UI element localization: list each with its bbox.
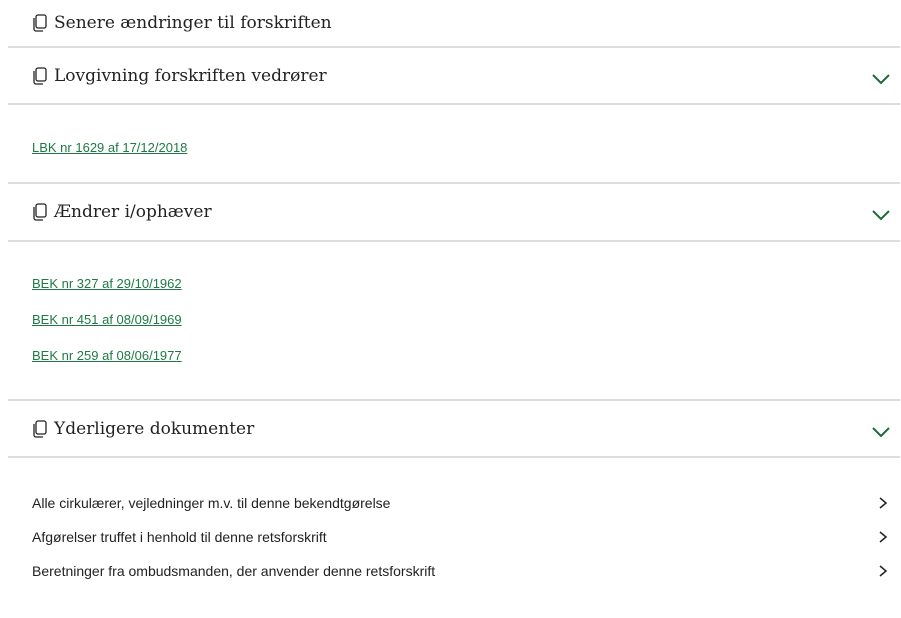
document-sections: Senere ændringer til forskriften Lovgivn… xyxy=(8,0,900,588)
chevron-down-icon[interactable] xyxy=(872,423,890,437)
copy-icon xyxy=(32,66,47,85)
section-title: Senere ændringer til forskriften xyxy=(54,13,332,33)
chevron-right-icon xyxy=(878,496,888,510)
document-link[interactable]: LBK nr 1629 af 17/12/2018 xyxy=(32,139,900,157)
section-title: Lovgivning forskriften vedrører xyxy=(54,65,327,86)
section-title-group: Senere ændringer til forskriften xyxy=(32,13,332,33)
copy-icon xyxy=(32,419,47,438)
yderligere-list: Alle cirkulærer, vejledninger m.v. til d… xyxy=(8,458,900,588)
list-item-label: Afgørelser truffet i henhold til denne r… xyxy=(32,529,327,545)
list-item[interactable]: Beretninger fra ombudsmanden, der anvend… xyxy=(8,554,900,588)
list-item-label: Alle cirkulærer, vejledninger m.v. til d… xyxy=(32,495,391,511)
copy-icon xyxy=(32,203,47,221)
list-item[interactable]: Alle cirkulærer, vejledninger m.v. til d… xyxy=(8,486,900,520)
aendrer-links: BEK nr 327 af 29/10/1962 BEK nr 451 af 0… xyxy=(8,242,900,399)
section-title: Ændrer i/ophæver xyxy=(54,202,212,222)
chevron-down-icon[interactable] xyxy=(872,206,890,221)
section-title-group: Lovgivning forskriften vedrører xyxy=(32,66,327,86)
document-link[interactable]: BEK nr 451 af 08/09/1969 xyxy=(32,311,900,329)
section-header-senere-aendringer[interactable]: Senere ændringer til forskriften xyxy=(8,0,900,46)
chevron-right-icon xyxy=(878,530,888,544)
document-link[interactable]: BEK nr 327 af 29/10/1962 xyxy=(32,275,900,293)
section-title: Yderligere dokumenter xyxy=(54,418,255,439)
lovgivning-links: LBK nr 1629 af 17/12/2018 xyxy=(8,105,900,182)
section-title-group: Ændrer i/ophæver xyxy=(32,202,212,222)
list-item-label: Beretninger fra ombudsmanden, der anvend… xyxy=(32,563,436,579)
section-header-lovgivning[interactable]: Lovgivning forskriften vedrører xyxy=(8,48,900,103)
document-link[interactable]: BEK nr 259 af 08/06/1977 xyxy=(32,347,900,365)
section-title-group: Yderligere dokumenter xyxy=(32,419,254,439)
section-header-aendrer[interactable]: Ændrer i/ophæver xyxy=(8,184,900,240)
chevron-down-icon[interactable] xyxy=(872,70,890,84)
copy-icon xyxy=(32,14,47,32)
section-header-yderligere[interactable]: Yderligere dokumenter xyxy=(8,401,900,456)
list-item[interactable]: Afgørelser truffet i henhold til denne r… xyxy=(8,520,900,554)
chevron-right-icon xyxy=(878,564,888,578)
